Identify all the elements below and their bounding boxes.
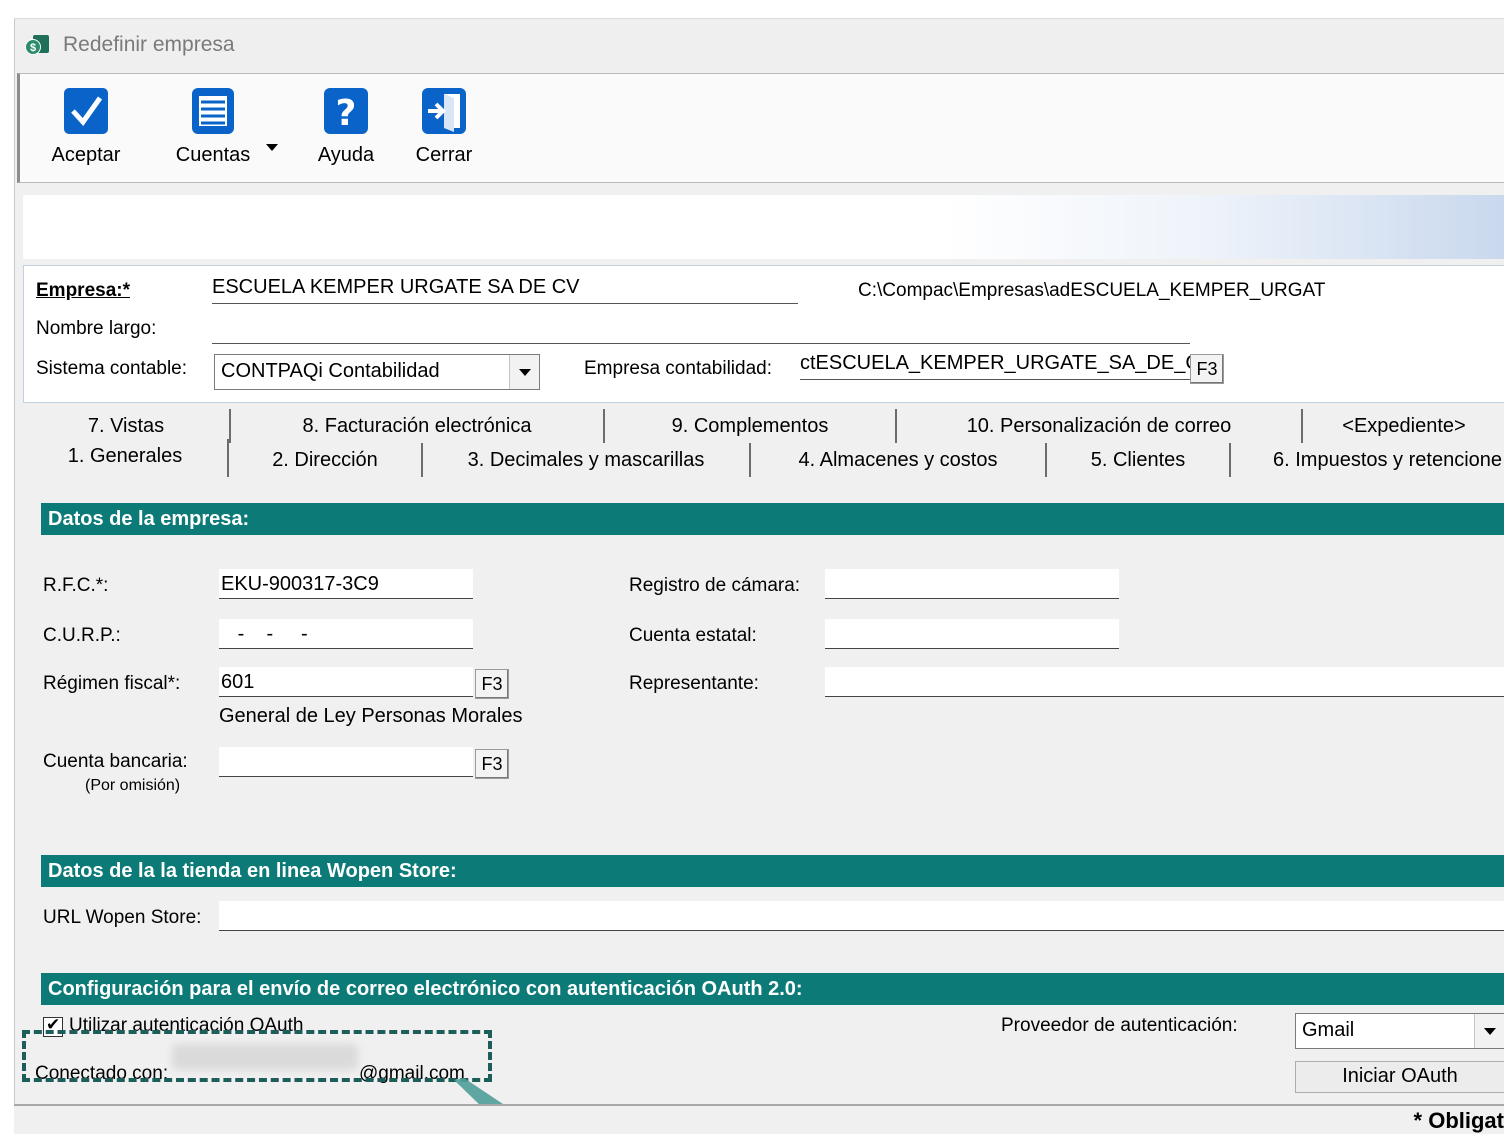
registro-camara-field[interactable]	[825, 569, 1119, 599]
checkmark-icon	[64, 88, 108, 134]
empresa-path: C:\Compac\Empresas\adESCUELA_KEMPER_URGA…	[858, 280, 1326, 301]
cuenta-bancaria-note: (Por omisión)	[85, 777, 181, 794]
tab-complementos[interactable]: 9. Complementos	[605, 409, 897, 443]
regimen-fiscal-f3-button[interactable]: F3	[475, 669, 509, 699]
proveedor-value: Gmail	[1302, 1019, 1355, 1041]
list-icon	[192, 88, 234, 134]
help-button[interactable]: ? Ayuda	[306, 86, 386, 167]
exit-door-icon	[422, 88, 466, 134]
proveedor-label: Proveedor de autenticación:	[1001, 1015, 1238, 1036]
redefinir-empresa-window: $ Redefinir empresa Aceptar Cuentas ? Ay…	[14, 18, 1504, 1134]
empresa-contabilidad-field[interactable]: ctESCUELA_KEMPER_URGATE_SA_DE_C	[800, 352, 1190, 380]
tab-expediente[interactable]: <Expediente>	[1303, 409, 1504, 443]
representante-label: Representante:	[629, 673, 759, 694]
svg-text:?: ?	[336, 93, 357, 134]
url-wopen-field[interactable]	[219, 901, 1504, 931]
toolbar: Aceptar Cuentas ? Ayuda Cerrar	[17, 73, 1504, 183]
close-button[interactable]: Cerrar	[404, 86, 484, 167]
cuenta-bancaria-f3-button[interactable]: F3	[475, 749, 509, 779]
help-label: Ayuda	[317, 144, 375, 166]
cuenta-estatal-label: Cuenta estatal:	[629, 625, 757, 646]
accept-button[interactable]: Aceptar	[46, 86, 126, 167]
connected-callout-frame	[22, 1030, 492, 1082]
nombre-largo-field[interactable]	[212, 316, 1190, 344]
cuenta-estatal-field[interactable]	[825, 619, 1119, 649]
required-fields-note: * Obligat	[1413, 1108, 1504, 1133]
nombre-largo-label: Nombre largo:	[36, 318, 157, 339]
tab-generales[interactable]: 1. Generales	[23, 439, 229, 477]
close-label: Cerrar	[415, 144, 473, 166]
window-title: Redefinir empresa	[63, 33, 235, 56]
tab-clientes[interactable]: 5. Clientes	[1047, 443, 1231, 477]
tab-personalizacion-correo[interactable]: 10. Personalización de correo	[897, 409, 1303, 443]
tab-facturacion[interactable]: 8. Facturación electrónica	[231, 409, 605, 443]
generales-panel: Datos de la empresa: R.F.C.*: EKU-900317…	[23, 497, 1504, 1107]
chevron-down-icon[interactable]	[1474, 1014, 1504, 1048]
registro-camara-label: Registro de cámara:	[629, 575, 801, 596]
rfc-label: R.F.C.*:	[43, 575, 109, 596]
representante-field[interactable]	[825, 667, 1504, 697]
cuenta-bancaria-field[interactable]	[219, 747, 473, 777]
accept-label: Aceptar	[51, 144, 121, 166]
empresa-contabilidad-f3-button[interactable]: F3	[1190, 354, 1224, 384]
accounts-label: Cuentas	[175, 144, 251, 166]
cuenta-bancaria-label: Cuenta bancaria:	[43, 751, 188, 772]
regimen-fiscal-field[interactable]: 601	[219, 667, 473, 697]
tab-vistas[interactable]: 7. Vistas	[23, 409, 231, 443]
sistema-contable-select[interactable]: CONTPAQi Contabilidad	[214, 354, 540, 390]
iniciar-oauth-button[interactable]: Iniciar OAuth	[1295, 1061, 1504, 1093]
regimen-fiscal-label: Régimen fiscal*:	[43, 673, 181, 694]
tab-direccion[interactable]: 2. Dirección	[229, 443, 423, 477]
sistema-contable-label: Sistema contable:	[36, 358, 188, 379]
empresa-field[interactable]: ESCUELA KEMPER URGATE SA DE CV	[212, 276, 798, 304]
status-bar: * Obligat	[14, 1104, 1504, 1134]
app-icon: $	[25, 33, 51, 59]
tab-decimales[interactable]: 3. Decimales y mascarillas	[423, 443, 751, 477]
header-banner	[23, 195, 1504, 259]
regimen-fiscal-description: General de Ley Personas Morales	[219, 705, 523, 727]
empresa-label: Empresa:*	[36, 280, 130, 301]
wopen-store-header: Datos de la la tienda en linea Wopen Sto…	[41, 855, 1504, 887]
rfc-field[interactable]: EKU-900317-3C9	[219, 569, 473, 599]
tab-row-top: 7. Vistas 8. Facturación electrónica 9. …	[23, 409, 1504, 443]
url-wopen-label: URL Wopen Store:	[43, 907, 202, 928]
datos-empresa-header: Datos de la empresa:	[41, 503, 1504, 535]
proveedor-select[interactable]: Gmail	[1295, 1013, 1504, 1049]
empresa-contabilidad-label: Empresa contabilidad:	[584, 358, 772, 379]
accounts-button[interactable]: Cuentas	[170, 86, 256, 167]
tab-row-bottom: 1. Generales 2. Dirección 3. Decimales y…	[23, 439, 1504, 477]
accounts-dropdown-caret[interactable]	[266, 144, 278, 151]
title-bar: $ Redefinir empresa	[15, 19, 1504, 71]
chevron-down-icon[interactable]	[509, 355, 539, 389]
sistema-contable-value: CONTPAQi Contabilidad	[221, 360, 440, 382]
tab-impuestos[interactable]: 6. Impuestos y retencione	[1231, 443, 1504, 477]
oauth-header: Configuración para el envío de correo el…	[41, 973, 1504, 1005]
help-icon: ?	[324, 88, 368, 134]
tab-almacenes[interactable]: 4. Almacenes y costos	[751, 443, 1047, 477]
company-header-panel: Empresa:* ESCUELA KEMPER URGATE SA DE CV…	[23, 265, 1504, 403]
curp-label: C.U.R.P.:	[43, 625, 121, 646]
curp-field[interactable]: - - -	[219, 619, 473, 649]
